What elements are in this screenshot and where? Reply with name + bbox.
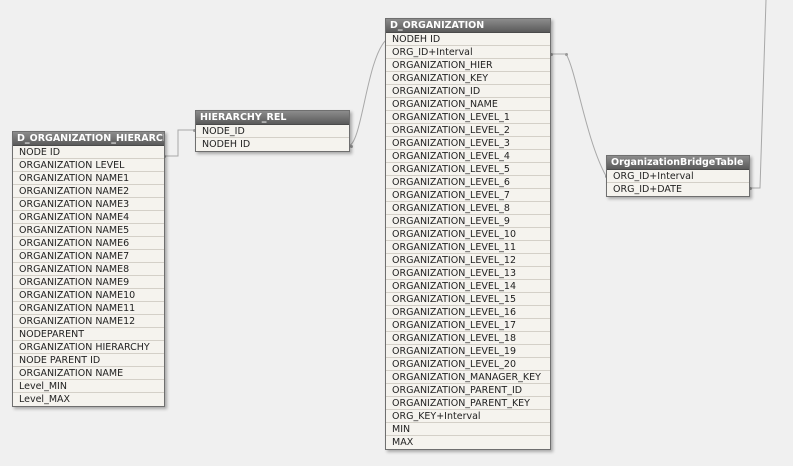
table-field[interactable]: ORGANIZATION NAME11 [13, 302, 164, 315]
table-field[interactable]: ORGANIZATION_LEVEL_15 [386, 293, 550, 306]
table-field[interactable]: ORGANIZATION_LEVEL_12 [386, 254, 550, 267]
table-field[interactable]: ORGANIZATION_LEVEL_14 [386, 280, 550, 293]
table-field[interactable]: ORGANIZATION_LEVEL_7 [386, 189, 550, 202]
table-field[interactable]: ORGANIZATION_LEVEL_8 [386, 202, 550, 215]
table-d-organization[interactable]: D_ORGANIZATION NODEH ID ORG_ID+Interval OR… [385, 18, 551, 450]
table-field[interactable]: ORGANIZATION_LEVEL_13 [386, 267, 550, 280]
table-field[interactable]: Level_MAX [13, 393, 164, 406]
table-field[interactable]: ORGANIZATION NAME9 [13, 276, 164, 289]
table-field[interactable]: NODE ID [13, 146, 164, 159]
link-bridge-to-offscreen [748, 0, 767, 189]
table-field[interactable]: ORGANIZATION_LEVEL_20 [386, 358, 550, 371]
link-rel-to-org [347, 39, 387, 147]
table-field[interactable]: ORGANIZATION_HIER [386, 59, 550, 72]
table-field[interactable]: ORGANIZATION_LEVEL_16 [386, 306, 550, 319]
table-hierarchy-rel[interactable]: HIERARCHY_REL NODE_ID NODEH ID [195, 110, 350, 152]
table-field[interactable]: ORG_KEY+Interval [386, 410, 550, 423]
table-field[interactable]: ORGANIZATION_LEVEL_2 [386, 124, 550, 137]
table-title[interactable]: D_ORGANIZATION [386, 19, 550, 33]
table-field[interactable]: ORGANIZATION_PARENT_ID [386, 384, 550, 397]
table-field[interactable]: Level_MIN [13, 380, 164, 393]
table-field[interactable]: ORGANIZATION_LEVEL_17 [386, 319, 550, 332]
table-field[interactable]: NODEH ID [386, 33, 550, 46]
table-field[interactable]: ORG_ID+DATE [607, 183, 749, 196]
table-field[interactable]: ORGANIZATION_LEVEL_3 [386, 137, 550, 150]
table-field[interactable]: ORGANIZATION_LEVEL_1 [386, 111, 550, 124]
table-field[interactable]: ORGANIZATION_NAME [386, 98, 550, 111]
table-field[interactable]: NODE_ID [196, 125, 349, 138]
table-field[interactable]: ORGANIZATION_LEVEL_4 [386, 150, 550, 163]
table-title[interactable]: OrganizationBridgeTable [607, 156, 749, 170]
table-field[interactable]: MIN [386, 423, 550, 436]
link-anchor [350, 145, 353, 148]
table-organization-bridge-table[interactable]: OrganizationBridgeTable ORG_ID+Interval O… [606, 155, 750, 197]
table-field[interactable]: ORGANIZATION NAME4 [13, 211, 164, 224]
table-field[interactable]: ORGANIZATION_LEVEL_5 [386, 163, 550, 176]
table-field[interactable]: ORGANIZATION HIERARCHY [13, 341, 164, 354]
table-field[interactable]: ORGANIZATION NAME12 [13, 315, 164, 328]
table-field[interactable]: ORGANIZATION NAME [13, 367, 164, 380]
table-field[interactable]: ORGANIZATION NAME10 [13, 289, 164, 302]
table-field[interactable]: ORGANIZATION NAME8 [13, 263, 164, 276]
link-hier-to-rel [164, 129, 194, 157]
table-field[interactable]: ORG_ID+Interval [607, 170, 749, 183]
table-field[interactable]: ORGANIZATION_LEVEL_11 [386, 241, 550, 254]
table-field[interactable]: ORGANIZATION_LEVEL_6 [386, 176, 550, 189]
table-field[interactable]: ORGANIZATION NAME3 [13, 198, 164, 211]
table-field[interactable]: ORGANIZATION_LEVEL_18 [386, 332, 550, 345]
table-field[interactable]: ORGANIZATION_LEVEL_9 [386, 215, 550, 228]
table-field[interactable]: NODE PARENT ID [13, 354, 164, 367]
table-field[interactable]: NODEPARENT [13, 328, 164, 341]
table-field[interactable]: ORGANIZATION_LEVEL_10 [386, 228, 550, 241]
table-field[interactable]: ORGANIZATION_PARENT_KEY [386, 397, 550, 410]
data-model-canvas[interactable]: D_ORGANIZATION_HIERARCHY NODE ID ORGANIZA… [0, 0, 793, 466]
link-anchor [565, 53, 568, 56]
table-field[interactable]: ORGANIZATION_ID [386, 85, 550, 98]
table-d-organization-hierarchy[interactable]: D_ORGANIZATION_HIERARCHY NODE ID ORGANIZA… [12, 131, 165, 407]
table-field[interactable]: MAX [386, 436, 550, 449]
table-title[interactable]: D_ORGANIZATION_HIERARCHY [13, 132, 164, 146]
table-field[interactable]: ORGANIZATION LEVEL [13, 159, 164, 172]
table-field[interactable]: ORGANIZATION_KEY [386, 72, 550, 85]
table-field[interactable]: ORGANIZATION NAME5 [13, 224, 164, 237]
table-field[interactable]: ORGANIZATION NAME1 [13, 172, 164, 185]
table-field[interactable]: ORG_ID+Interval [386, 46, 550, 59]
table-field[interactable]: ORGANIZATION_MANAGER_KEY [386, 371, 550, 384]
table-title[interactable]: HIERARCHY_REL [196, 111, 349, 125]
table-field[interactable]: ORGANIZATION NAME6 [13, 237, 164, 250]
table-field[interactable]: ORGANIZATION_LEVEL_19 [386, 345, 550, 358]
link-org-to-bridge [549, 53, 607, 177]
table-field[interactable]: ORGANIZATION NAME7 [13, 250, 164, 263]
table-field[interactable]: ORGANIZATION NAME2 [13, 185, 164, 198]
table-field[interactable]: NODEH ID [196, 138, 349, 151]
